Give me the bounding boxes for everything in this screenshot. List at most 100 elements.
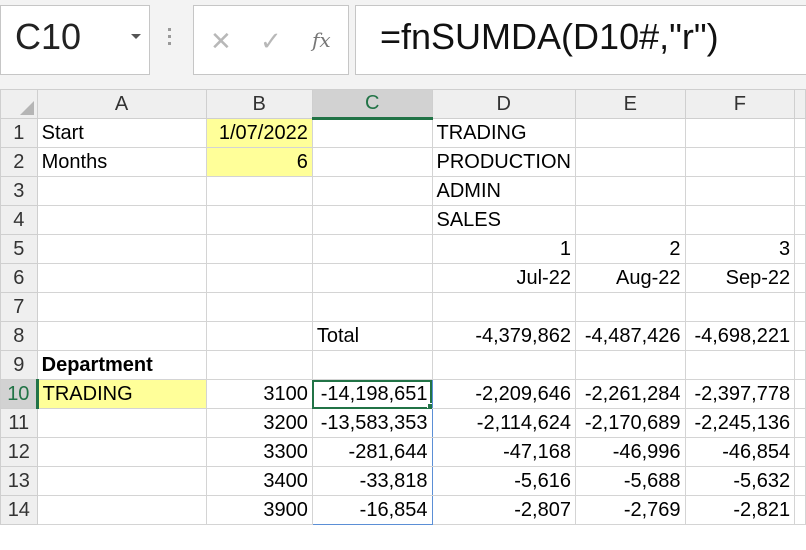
cell-a6[interactable] (36, 263, 207, 293)
row-header-10[interactable]: 10 (0, 379, 39, 409)
cell-g7-partial[interactable] (794, 292, 806, 322)
cell-g12-partial[interactable] (794, 437, 806, 467)
cell-e13[interactable]: -5,688 (574, 466, 686, 496)
cell-b8[interactable] (205, 321, 313, 351)
cell-f5[interactable]: 3 (684, 234, 796, 264)
cell-c3[interactable] (311, 176, 433, 206)
cell-c9[interactable] (311, 350, 433, 380)
cell-e11[interactable]: -2,170,689 (574, 408, 686, 438)
column-header-a[interactable]: A (36, 89, 207, 119)
cell-b13[interactable]: 3400 (205, 466, 313, 496)
cell-a9[interactable]: Department (36, 350, 207, 380)
cell-f4[interactable] (684, 205, 796, 235)
cell-d9[interactable] (431, 350, 576, 380)
cell-e5[interactable]: 2 (574, 234, 686, 264)
cell-f9[interactable] (684, 350, 796, 380)
cell-g10-partial[interactable] (794, 379, 806, 409)
fill-handle[interactable] (426, 403, 432, 408)
cell-f11[interactable]: -2,245,136 (684, 408, 796, 438)
cell-a5[interactable] (36, 234, 207, 264)
column-header-e[interactable]: E (574, 89, 686, 119)
column-header-d[interactable]: D (431, 89, 576, 119)
cell-e9[interactable] (574, 350, 686, 380)
cell-c6[interactable] (311, 263, 433, 293)
cell-c1[interactable] (311, 118, 433, 148)
cell-g2-partial[interactable] (794, 147, 806, 177)
cell-e12[interactable]: -46,996 (574, 437, 686, 467)
cell-d10[interactable]: -2,209,646 (431, 379, 576, 409)
cell-b11[interactable]: 3200 (205, 408, 313, 438)
formula-input[interactable]: =fnSUMDA(D10#,"r") (355, 5, 806, 75)
cell-g14-partial[interactable] (794, 495, 806, 525)
cell-a13[interactable] (36, 466, 207, 496)
cell-d13[interactable]: -5,616 (431, 466, 576, 496)
cell-c5[interactable] (311, 234, 433, 264)
cell-e6[interactable]: Aug-22 (574, 263, 686, 293)
cell-e2[interactable] (574, 147, 686, 177)
cell-e3[interactable] (574, 176, 686, 206)
row-header-2[interactable]: 2 (0, 147, 38, 177)
cell-d6[interactable]: Jul-22 (431, 263, 576, 293)
cell-f12[interactable]: -46,854 (684, 437, 796, 467)
cell-f14[interactable]: -2,821 (684, 495, 796, 525)
name-box[interactable]: C10 (0, 5, 150, 75)
row-header-7[interactable]: 7 (0, 292, 38, 322)
name-box-value[interactable]: C10 (15, 16, 81, 58)
cell-e4[interactable] (574, 205, 686, 235)
cell-f1[interactable] (684, 118, 796, 148)
cell-g13-partial[interactable] (794, 466, 806, 496)
cell-b9[interactable] (205, 350, 313, 380)
formula-bar-resize-handle[interactable] (168, 28, 172, 50)
cell-g3-partial[interactable] (794, 176, 806, 206)
cell-c8[interactable]: Total (311, 321, 433, 351)
row-header-8[interactable]: 8 (0, 321, 38, 351)
cell-c7[interactable] (311, 292, 433, 322)
column-header-g-partial[interactable] (794, 89, 806, 119)
row-header-12[interactable]: 12 (0, 437, 38, 467)
cell-c10[interactable]: -14,198,651 (311, 379, 433, 409)
cell-a1[interactable]: Start (36, 118, 207, 148)
cell-a4[interactable] (36, 205, 207, 235)
column-header-b[interactable]: B (205, 89, 313, 119)
cell-b5[interactable] (205, 234, 313, 264)
cell-e1[interactable] (574, 118, 686, 148)
cell-e14[interactable]: -2,769 (574, 495, 686, 525)
cell-e8[interactable]: -4,487,426 (574, 321, 686, 351)
cell-f6[interactable]: Sep-22 (684, 263, 796, 293)
cell-a12[interactable] (36, 437, 207, 467)
cell-f2[interactable] (684, 147, 796, 177)
row-header-9[interactable]: 9 (0, 350, 38, 380)
row-header-6[interactable]: 6 (0, 263, 38, 293)
cell-c2[interactable] (311, 147, 433, 177)
cell-d12[interactable]: -47,168 (431, 437, 576, 467)
cell-b1[interactable]: 1/07/2022 (205, 118, 313, 148)
fx-icon[interactable]: fx (312, 28, 331, 52)
cell-c14[interactable]: -16,854 (311, 495, 433, 525)
cell-g5-partial[interactable] (794, 234, 806, 264)
cell-d1[interactable]: TRADING (431, 118, 576, 148)
cell-d7[interactable] (431, 292, 576, 322)
cell-c11[interactable]: -13,583,353 (311, 408, 433, 438)
cell-f13[interactable]: -5,632 (684, 466, 796, 496)
cell-a2[interactable]: Months (36, 147, 207, 177)
cell-a3[interactable] (36, 176, 207, 206)
cell-f10[interactable]: -2,397,778 (684, 379, 796, 409)
formula-text[interactable]: =fnSUMDA(D10#,"r") (380, 16, 719, 58)
cell-b14[interactable]: 3900 (205, 495, 313, 525)
cell-c13[interactable]: -33,818 (311, 466, 433, 496)
cell-b12[interactable]: 3300 (205, 437, 313, 467)
cell-d2[interactable]: PRODUCTION (431, 147, 576, 177)
cell-a10[interactable]: TRADING (36, 379, 207, 409)
cell-f3[interactable] (684, 176, 796, 206)
cell-d14[interactable]: -2,807 (431, 495, 576, 525)
cell-d3[interactable]: ADMIN (431, 176, 576, 206)
cell-b2[interactable]: 6 (205, 147, 313, 177)
row-header-4[interactable]: 4 (0, 205, 38, 235)
cell-f7[interactable] (684, 292, 796, 322)
cell-a8[interactable] (36, 321, 207, 351)
cell-d4[interactable]: SALES (431, 205, 576, 235)
cell-e7[interactable] (574, 292, 686, 322)
row-header-14[interactable]: 14 (0, 495, 38, 525)
cell-d5[interactable]: 1 (431, 234, 576, 264)
name-box-dropdown-icon[interactable] (131, 34, 141, 39)
